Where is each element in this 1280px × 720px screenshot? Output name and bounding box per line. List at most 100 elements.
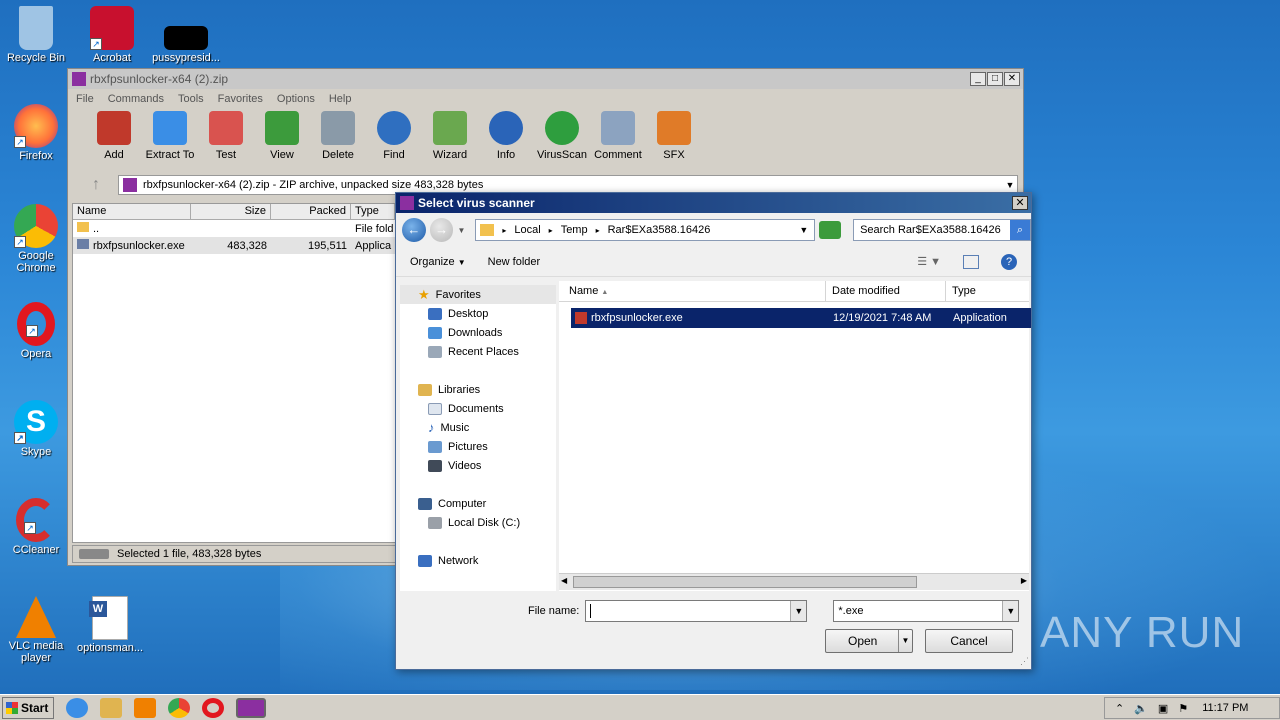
horizontal-scrollbar[interactable]: ◀ ▶ xyxy=(559,573,1029,590)
back-button[interactable]: ← xyxy=(402,218,426,242)
scroll-left-icon[interactable]: ◀ xyxy=(561,576,567,585)
nav-documents[interactable]: Documents xyxy=(400,399,556,418)
forward-button[interactable]: → xyxy=(429,218,454,242)
clock[interactable]: 11:17 PM xyxy=(1202,702,1248,714)
desktop-icon-chrome[interactable]: ↗ Google Chrome xyxy=(0,204,72,274)
column-name[interactable]: Name xyxy=(73,204,191,219)
nav-label: Documents xyxy=(448,402,504,415)
chrome-icon[interactable] xyxy=(168,697,190,718)
nav-music[interactable]: ♪ Music xyxy=(400,418,556,437)
breadcrumb-temp[interactable]: Temp xyxy=(561,224,588,236)
toolbar-find-button[interactable]: Find xyxy=(366,111,422,161)
desktop-icon-acrobat[interactable]: ↗ Acrobat xyxy=(76,6,148,64)
toolbar-sfx-button[interactable]: SFX xyxy=(646,111,702,161)
close-button[interactable]: ✕ xyxy=(1004,72,1020,86)
menu-file[interactable]: File xyxy=(76,93,94,105)
toolbar-view-button[interactable]: View xyxy=(254,111,310,161)
nav-recent-places[interactable]: Recent Places xyxy=(400,342,556,361)
nav-network[interactable]: Network xyxy=(400,551,556,570)
column-name[interactable]: Name ▲ xyxy=(559,281,826,301)
column-type[interactable]: Type xyxy=(946,281,1026,301)
toolbar-comment-button[interactable]: Comment xyxy=(590,111,646,161)
chevron-down-icon[interactable]: ▼ xyxy=(790,601,807,621)
menu-favorites[interactable]: Favorites xyxy=(218,93,263,105)
start-button[interactable]: Start xyxy=(2,696,54,719)
menu-tools[interactable]: Tools xyxy=(178,93,204,105)
nav-computer[interactable]: Computer xyxy=(400,494,556,513)
help-icon[interactable]: ? xyxy=(1001,253,1017,270)
resize-grip-icon[interactable]: ⋰ xyxy=(1020,656,1029,667)
nav-local-disk[interactable]: Local Disk (C:) xyxy=(400,513,556,532)
desktop-icon-ccleaner[interactable]: ↗ CCleaner xyxy=(0,498,72,556)
dropdown-arrow-icon[interactable]: ▼ xyxy=(1003,180,1017,190)
dialog-close-button[interactable]: ✕ xyxy=(1012,196,1028,210)
desktop-icon-file[interactable]: pussypresid... xyxy=(150,6,222,64)
breadcrumb-current-folder[interactable]: Rar$EXa3588.16426 xyxy=(608,224,711,236)
file-name-input[interactable]: ▼ xyxy=(585,600,808,622)
cancel-button[interactable]: Cancel xyxy=(925,629,1013,653)
toolbar-extract-button[interactable]: Extract To xyxy=(142,111,198,161)
breadcrumb[interactable]: ▸ Local ▸ Temp ▸ Rar$EXa3588.16426 ▼ xyxy=(475,219,816,241)
maximize-button[interactable]: □ xyxy=(987,72,1003,86)
up-arrow-icon[interactable]: ↑ xyxy=(74,176,118,194)
desktop-icon-firefox[interactable]: ↗ Firefox xyxy=(0,104,72,162)
toolbar-test-button[interactable]: Test xyxy=(198,111,254,161)
volume-icon[interactable]: 🔈 xyxy=(1134,702,1148,715)
nav-favorites[interactable]: ★ Favorites xyxy=(400,285,556,304)
desktop-icon-recycle-bin[interactable]: Recycle Bin xyxy=(0,6,72,64)
column-packed[interactable]: Packed xyxy=(271,204,351,219)
scrollbar-thumb[interactable] xyxy=(573,576,917,588)
new-folder-button[interactable]: New folder xyxy=(488,256,541,268)
file-row-selected[interactable]: rbxfpsunlocker.exe 12/19/2021 7:48 AM Ap… xyxy=(571,308,1031,328)
winrar-titlebar[interactable]: rbxfpsunlocker-x64 (2).zip _ □ ✕ xyxy=(68,69,1023,89)
desktop-icon-opera[interactable]: ↗ Opera xyxy=(0,302,72,360)
menu-help[interactable]: Help xyxy=(329,93,352,105)
ie-icon[interactable] xyxy=(66,697,88,718)
toolbar-wizard-button[interactable]: Wizard xyxy=(422,111,478,161)
nav-desktop[interactable]: Desktop xyxy=(400,304,556,323)
explorer-icon[interactable] xyxy=(100,697,122,718)
dialog-titlebar[interactable]: Select virus scanner ✕ xyxy=(396,193,1031,213)
open-split-arrow-icon[interactable]: ▼ xyxy=(898,630,912,652)
toolbar-virusscan-button[interactable]: VirusScan xyxy=(534,111,590,161)
column-type[interactable]: Type xyxy=(351,204,395,219)
opera-icon[interactable] xyxy=(202,697,224,718)
organize-button[interactable]: Organize ▼ xyxy=(410,256,466,268)
table-row[interactable]: rbxfpsunlocker.exe 483,328 195,511 Appli… xyxy=(73,237,395,254)
desktop-icon-skype[interactable]: S ↗ Skype xyxy=(0,400,72,458)
view-options-icon[interactable]: ☰ ▼ xyxy=(917,255,941,268)
file-type-filter[interactable]: *.exe ▼ xyxy=(833,600,1020,622)
nav-pictures[interactable]: Pictures xyxy=(400,437,556,456)
menu-options[interactable]: Options xyxy=(277,93,315,105)
search-icon[interactable]: ⌕ xyxy=(1010,220,1031,240)
shortcut-arrow-icon: ↗ xyxy=(90,38,102,50)
toolbar-delete-button[interactable]: Delete xyxy=(310,111,366,161)
breadcrumb-local[interactable]: Local xyxy=(514,224,540,236)
winrar-taskbar-icon[interactable] xyxy=(236,697,266,718)
media-player-icon[interactable] xyxy=(134,697,156,718)
nav-videos[interactable]: Videos xyxy=(400,456,556,475)
desktop-icon-word-doc[interactable]: W optionsman... xyxy=(74,596,146,654)
toolbar-add-button[interactable]: Add xyxy=(86,111,142,161)
minimize-button[interactable]: _ xyxy=(970,72,986,86)
chevron-down-icon[interactable]: ▼ xyxy=(1002,601,1019,621)
column-date-modified[interactable]: Date modified xyxy=(826,281,946,301)
recent-locations-icon[interactable]: ▼ xyxy=(457,226,465,235)
column-size[interactable]: Size xyxy=(191,204,271,219)
flag-icon[interactable]: ⚑ xyxy=(1178,702,1188,715)
network-tray-icon[interactable]: ▣ xyxy=(1158,702,1168,715)
desktop-icon-vlc[interactable]: VLC media player xyxy=(0,596,72,664)
search-input[interactable]: Search Rar$EXa3588.16426 ⌕ xyxy=(853,219,1032,241)
open-button[interactable]: Open ▼ xyxy=(825,629,913,653)
nav-libraries[interactable]: Libraries xyxy=(400,380,556,399)
file-icon xyxy=(164,26,208,50)
toolbar-info-button[interactable]: Info xyxy=(478,111,534,161)
nav-downloads[interactable]: Downloads xyxy=(400,323,556,342)
menu-commands[interactable]: Commands xyxy=(108,93,164,105)
preview-pane-icon[interactable] xyxy=(963,254,979,269)
scroll-right-icon[interactable]: ▶ xyxy=(1021,576,1027,585)
tray-expand-icon[interactable]: ⌃ xyxy=(1115,702,1124,715)
table-row[interactable]: .. File fold xyxy=(73,220,395,237)
refresh-icon[interactable] xyxy=(819,221,842,239)
breadcrumb-dropdown-icon[interactable]: ▼ xyxy=(799,225,808,235)
